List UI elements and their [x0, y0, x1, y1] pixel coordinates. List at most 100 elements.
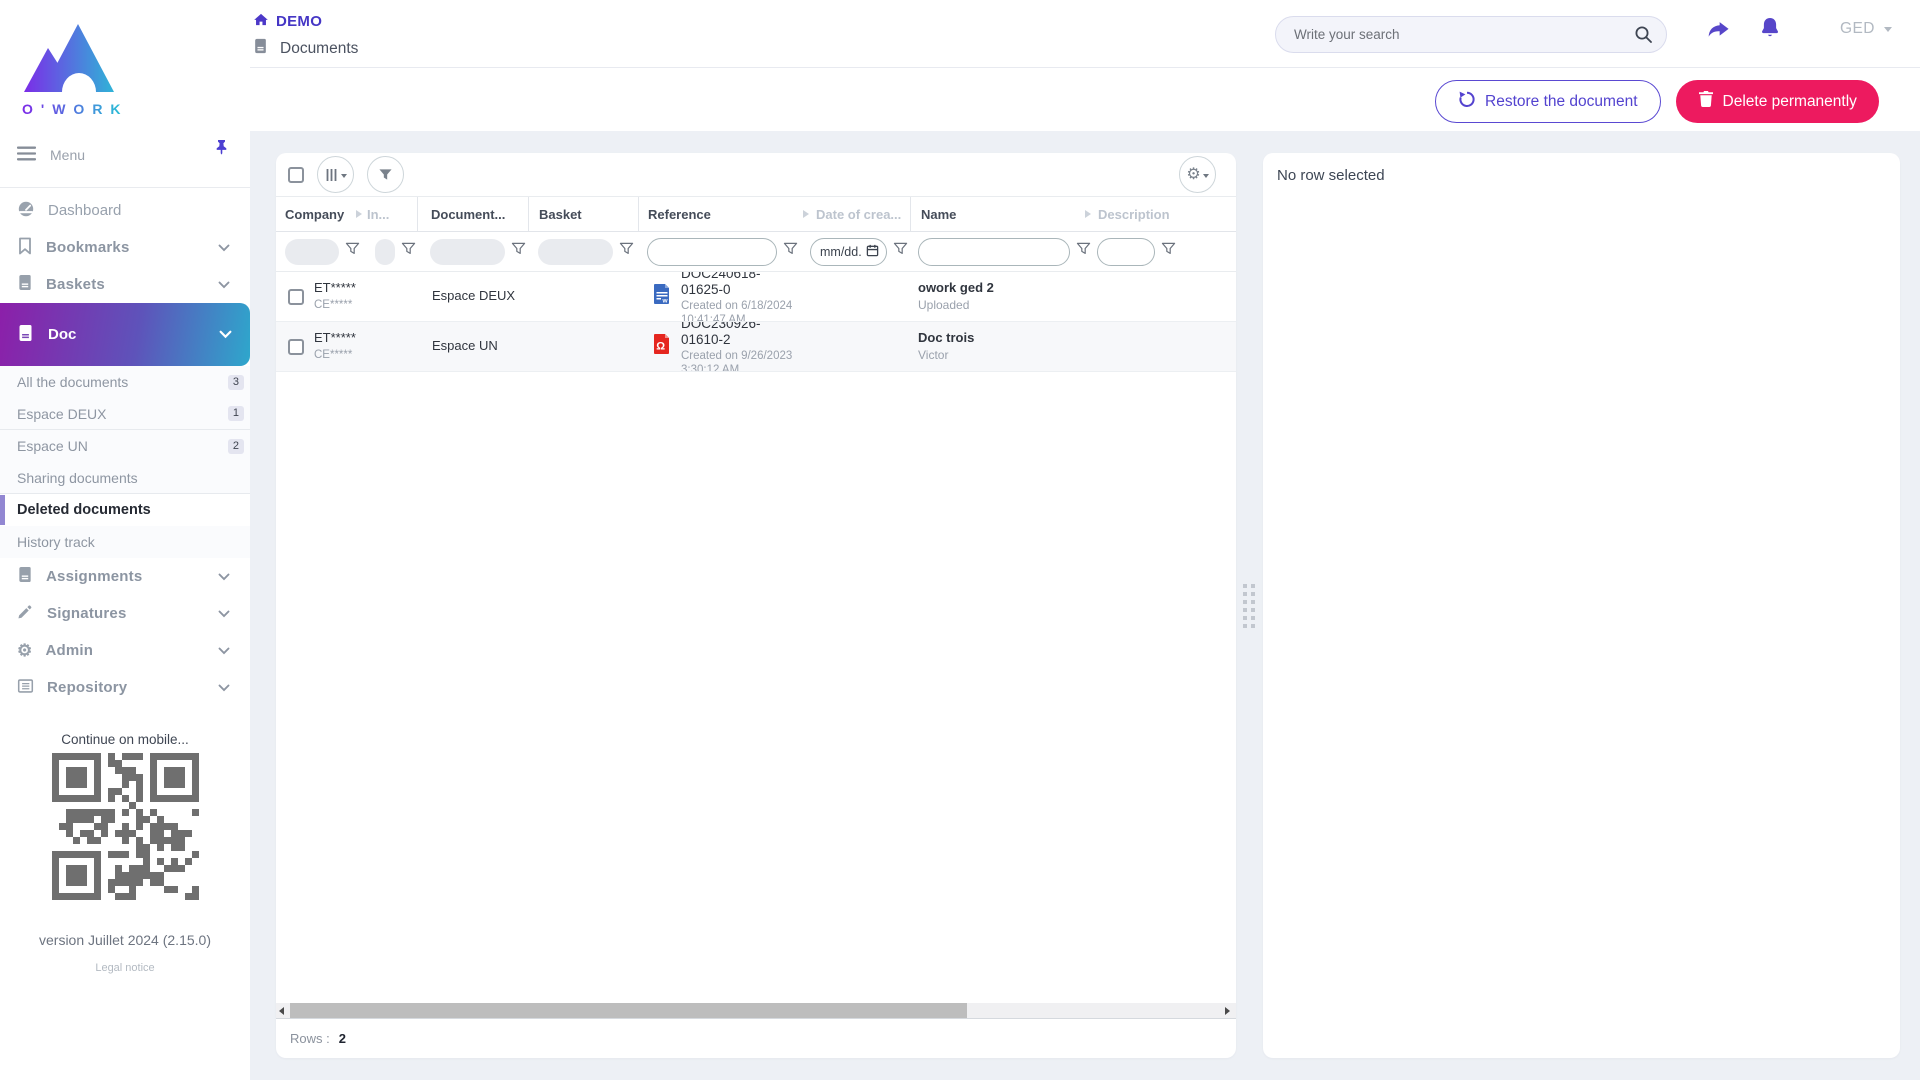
- table-settings-button[interactable]: ⚙: [1179, 156, 1216, 193]
- created-date-value: Created on 9/26/2023 3:30:12 AM: [681, 350, 793, 371]
- search-icon[interactable]: [1634, 25, 1653, 49]
- gear-icon: ⚙: [1186, 165, 1201, 183]
- column-header-basket[interactable]: Basket: [528, 197, 638, 231]
- sidebar-item-label: Signatures: [47, 605, 127, 622]
- breadcrumb-page: Documents: [253, 38, 358, 59]
- sidebar-item-repository[interactable]: Repository: [0, 669, 250, 706]
- column-header-document[interactable]: Document...: [417, 197, 528, 231]
- sidebar-item-label: Admin: [45, 642, 94, 659]
- delete-permanently-button[interactable]: Delete permanently: [1675, 80, 1879, 123]
- legal-notice-link[interactable]: Legal notice: [0, 962, 250, 974]
- row-checkbox[interactable]: [288, 338, 304, 355]
- count-badge: 2: [227, 438, 244, 454]
- breadcrumb-app[interactable]: DEMO: [253, 12, 358, 31]
- column-header-description[interactable]: Description: [1082, 197, 1236, 231]
- table-row[interactable]: ET***** CE***** Espace DEUX w DOC240618-…: [276, 272, 1236, 322]
- expand-column-icon[interactable]: [1084, 209, 1092, 219]
- hamburger-icon: [16, 146, 37, 164]
- dashboard-gauge-icon: [17, 200, 35, 222]
- share-icon[interactable]: [1705, 18, 1731, 45]
- sidebar-subitem[interactable]: Deleted documents: [0, 494, 250, 526]
- restore-document-button[interactable]: Restore the document: [1435, 80, 1661, 123]
- scroll-left-arrow-icon[interactable]: [279, 1007, 284, 1015]
- sidebar-subitem[interactable]: Espace DEUX 1: [0, 398, 250, 430]
- table-row[interactable]: ET***** CE***** Espace UN Ω DOC230926-01…: [276, 322, 1236, 372]
- menu-label: Menu: [50, 147, 86, 163]
- svg-text:Ω: Ω: [656, 341, 665, 353]
- expand-column-icon[interactable]: [802, 209, 810, 219]
- company-sub-value: CE*****: [314, 298, 353, 311]
- funnel-icon[interactable]: [511, 242, 526, 261]
- filter-button[interactable]: [367, 156, 404, 193]
- document-icon: [253, 38, 268, 59]
- funnel-icon[interactable]: [893, 242, 908, 261]
- horizontal-scrollbar[interactable]: [276, 1003, 1236, 1018]
- sidebar-subitem-label: All the documents: [17, 374, 129, 390]
- funnel-icon[interactable]: [619, 242, 634, 261]
- row-checkbox[interactable]: [288, 288, 304, 305]
- funnel-icon[interactable]: [783, 242, 798, 261]
- page-actions: Restore the document Delete permanently: [1435, 80, 1879, 123]
- column-header-name[interactable]: Name: [910, 197, 1082, 231]
- sidebar-item-label: Baskets: [46, 276, 105, 293]
- funnel-icon[interactable]: [401, 242, 416, 261]
- chevron-down-icon: [218, 276, 230, 293]
- account-menu[interactable]: GED: [1840, 20, 1892, 38]
- name-value: owork ged 2: [918, 279, 994, 295]
- chevron-down-icon: [1883, 26, 1892, 32]
- sidebar-subitem[interactable]: Espace UN 2: [0, 430, 250, 462]
- search-input[interactable]: [1275, 16, 1667, 53]
- scrollbar-thumb[interactable]: [290, 1003, 967, 1018]
- sidebar-subitem[interactable]: All the documents 3: [0, 366, 250, 398]
- sidebar-item-signatures[interactable]: Signatures: [0, 595, 250, 632]
- filter-input-basket[interactable]: [538, 238, 613, 265]
- doc-submenu: All the documents 3 Espace DEUX 1 Espace…: [0, 366, 250, 558]
- signature-pen-icon: [17, 603, 34, 624]
- chevron-down-icon: [340, 173, 347, 178]
- sidebar-item-label: Dashboard: [48, 202, 122, 219]
- filter-input-document[interactable]: [430, 238, 505, 265]
- expand-column-icon[interactable]: [355, 209, 363, 219]
- sidebar-item-label: Assignments: [46, 568, 143, 585]
- pin-icon[interactable]: [214, 139, 229, 158]
- scroll-right-arrow-icon[interactable]: [1225, 1007, 1230, 1015]
- filter-input-company[interactable]: [285, 238, 339, 265]
- filter-input-description[interactable]: [1097, 237, 1155, 266]
- column-header-date[interactable]: Date of crea...: [800, 197, 910, 231]
- column-header-in[interactable]: In...: [365, 197, 417, 231]
- filter-input-in[interactable]: [375, 238, 395, 265]
- sidebar-subitem[interactable]: History track: [0, 526, 250, 558]
- sidebar-item-baskets[interactable]: Baskets: [0, 266, 250, 303]
- sidebar-item-dashboard[interactable]: Dashboard: [0, 192, 250, 229]
- reference-value[interactable]: DOC240618-01625-0: [681, 272, 800, 297]
- restore-label: Restore the document: [1485, 92, 1638, 110]
- filter-input-name[interactable]: [918, 237, 1070, 266]
- calendar-icon[interactable]: [866, 244, 879, 260]
- sidebar-item-bookmarks[interactable]: Bookmarks: [0, 229, 250, 266]
- app-window: DEMO Documents GED Restore the document: [0, 0, 1920, 1080]
- column-header-company[interactable]: Company: [276, 197, 365, 231]
- funnel-icon[interactable]: [1161, 242, 1176, 261]
- funnel-icon[interactable]: [345, 242, 360, 261]
- sidebar-item-assignments[interactable]: Assignments: [0, 558, 250, 595]
- breadcrumb: DEMO Documents: [253, 12, 358, 59]
- breadcrumb-app-label: DEMO: [276, 13, 323, 30]
- sidebar-item-admin[interactable]: ⚙ Admin: [0, 632, 250, 669]
- menu-toggle[interactable]: Menu: [0, 121, 250, 177]
- column-header-reference[interactable]: Reference: [638, 197, 800, 231]
- panel-resize-handle[interactable]: [1243, 584, 1255, 628]
- document-space-value: Espace DEUX: [432, 288, 516, 304]
- sidebar-subitem[interactable]: Sharing documents: [0, 462, 250, 494]
- app-logo[interactable]: O'WORK: [0, 0, 250, 121]
- columns-button[interactable]: [317, 156, 354, 193]
- filter-input-date[interactable]: mm/dd.: [810, 237, 887, 266]
- sidebar-item-label: Repository: [47, 679, 128, 696]
- account-label: GED: [1840, 20, 1875, 37]
- reference-value[interactable]: DOC230926-01610-2: [681, 322, 800, 347]
- select-all-checkbox[interactable]: [288, 166, 304, 183]
- sidebar-item-doc-active[interactable]: Doc: [0, 303, 250, 366]
- filter-input-reference[interactable]: [647, 237, 777, 266]
- sidebar-subitem-label: Espace UN: [17, 438, 88, 454]
- notifications-bell-icon[interactable]: [1758, 15, 1782, 46]
- detail-panel: No row selected: [1263, 153, 1900, 1058]
